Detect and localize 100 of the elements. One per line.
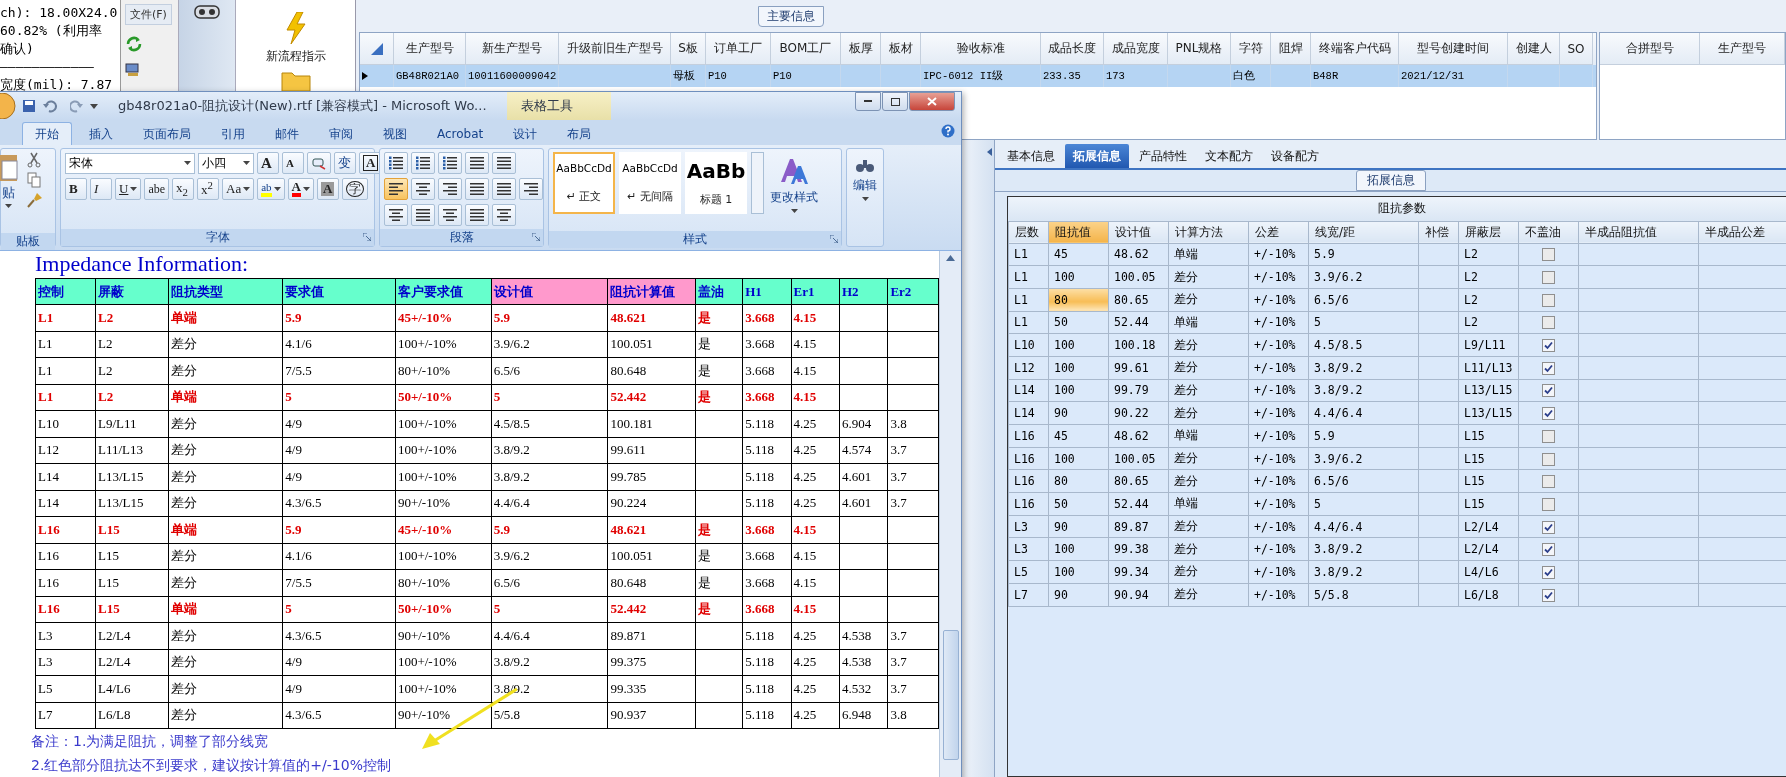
table-cell[interactable]: L2/L4 (1458, 515, 1519, 538)
ribbon-tab[interactable]: 审阅 (316, 122, 366, 145)
table-cell[interactable]: 45 (1048, 424, 1109, 448)
change-styles-button[interactable]: 更改样式 (768, 152, 820, 228)
table-cell[interactable]: 80.65 (1108, 288, 1169, 312)
scroll-up-icon[interactable] (946, 255, 955, 261)
lightning-icon[interactable] (284, 12, 307, 44)
ribbon-tab[interactable]: 引用 (208, 122, 258, 145)
table-cell[interactable]: 90 (1048, 515, 1109, 538)
table-cell[interactable]: 100.05 (1108, 265, 1169, 289)
format-button[interactable]: U (115, 178, 142, 200)
table-cell[interactable]: 3.9/6.2 (1308, 265, 1419, 289)
table-cell[interactable]: 4.4/6.4 (1308, 515, 1419, 538)
font-size-field[interactable]: 小四 (198, 152, 254, 174)
table-cell[interactable]: L1 (1008, 265, 1049, 289)
save-icon[interactable] (22, 99, 36, 113)
table-cell[interactable]: L13/L15 (1458, 401, 1519, 425)
table-cell[interactable]: 99.38 (1108, 537, 1169, 561)
tab[interactable]: 拓展信息 (1065, 144, 1129, 168)
format-button[interactable]: I (90, 178, 112, 200)
table-cell[interactable]: L15 (1458, 424, 1519, 448)
tab[interactable]: 基本信息 (999, 144, 1063, 168)
table-cell[interactable]: 差分 (1168, 447, 1249, 470)
collapse-icon[interactable] (987, 148, 992, 156)
format-button[interactable]: A (317, 178, 339, 200)
table-cell[interactable]: 99.79 (1108, 379, 1169, 402)
close-button[interactable] (909, 92, 955, 111)
table-cell[interactable]: L16 (1008, 492, 1049, 516)
help-icon[interactable] (941, 124, 955, 138)
table-cell[interactable]: +/-10% (1248, 265, 1309, 289)
table-cell[interactable]: +/-10% (1248, 311, 1309, 334)
table-cell[interactable]: L15 (1458, 447, 1519, 470)
style-option[interactable]: AaBbCcDd ↵ 正文 (553, 152, 615, 214)
format-button[interactable]: A (287, 178, 314, 200)
corner-triangle-icon[interactable] (370, 42, 383, 55)
ribbon-tab[interactable]: Acrobat (424, 122, 497, 145)
table-cell[interactable]: L14 (1008, 401, 1049, 425)
table-cell[interactable]: 差分 (1168, 356, 1249, 380)
table-cell[interactable]: 90.22 (1108, 401, 1169, 425)
cut-icon[interactable] (27, 152, 41, 168)
table-cell[interactable]: 100.18 (1108, 333, 1169, 357)
office-button[interactable] (0, 93, 16, 119)
refresh-icon[interactable] (125, 35, 143, 53)
format-button[interactable]: x$^{2}$ (197, 178, 220, 200)
restore-button[interactable] (882, 92, 908, 111)
table-cell[interactable]: 单端 (1168, 311, 1249, 334)
table-cell[interactable]: L2 (1458, 265, 1519, 289)
table-cell[interactable]: 5.9 (1308, 243, 1419, 266)
table-cell[interactable]: 差分 (1168, 288, 1249, 312)
table-cell[interactable]: 单端 (1168, 492, 1249, 516)
checkbox[interactable] (1542, 339, 1555, 353)
device-icon[interactable] (193, 2, 221, 22)
format-painter-icon[interactable] (27, 192, 43, 208)
table-cell[interactable]: 4.5/8.5 (1308, 333, 1419, 357)
table-cell[interactable]: 差分 (1168, 265, 1249, 289)
table-cell[interactable]: L10 (1008, 333, 1049, 357)
dialog-launcher-icon[interactable] (532, 233, 540, 241)
table-cell[interactable]: 差分 (1168, 379, 1249, 402)
ribbon-tab[interactable]: 设计 (500, 122, 551, 145)
table-cell[interactable]: +/-10% (1248, 469, 1309, 493)
dialog-launcher-icon[interactable] (363, 233, 371, 241)
table-cell[interactable]: 单端 (1168, 424, 1249, 448)
table-cell[interactable]: L2/L4 (1458, 537, 1519, 561)
scrollbar-thumb[interactable] (942, 630, 959, 760)
dialog-launcher-icon[interactable] (830, 235, 838, 243)
table-cell[interactable]: 50 (1048, 311, 1109, 334)
table-cell[interactable]: 100 (1048, 560, 1109, 584)
table-cell[interactable]: +/-10% (1248, 537, 1309, 561)
table-cell[interactable]: 差分 (1168, 515, 1249, 538)
file-menu[interactable]: 文件(F) (125, 4, 172, 25)
table-cell[interactable]: +/-10% (1248, 333, 1309, 357)
checkbox[interactable] (1542, 361, 1555, 375)
checkbox[interactable] (1542, 588, 1555, 602)
ribbon-tab[interactable]: 插入 (76, 122, 126, 145)
table-cell[interactable]: 80 (1048, 469, 1109, 493)
table-cell[interactable]: 89.87 (1108, 515, 1169, 538)
table-cell[interactable]: +/-10% (1248, 492, 1309, 516)
table-cell[interactable]: L2 (1458, 311, 1519, 334)
table-cell[interactable]: 99.34 (1108, 560, 1169, 584)
table-cell[interactable]: 差分 (1168, 583, 1249, 606)
table-cell[interactable]: 3.8/9.2 (1308, 537, 1419, 561)
table-cell[interactable]: 差分 (1168, 333, 1249, 357)
table-cell[interactable]: +/-10% (1248, 560, 1309, 584)
tab[interactable]: 设备配方 (1263, 144, 1327, 168)
customize-icon[interactable] (90, 102, 98, 110)
table-cell[interactable]: +/-10% (1248, 583, 1309, 606)
checkbox[interactable] (1542, 407, 1555, 421)
tool-label[interactable]: 新流程指示 (265, 48, 326, 65)
table-cell[interactable]: +/-10% (1248, 243, 1309, 266)
ribbon-tab[interactable]: 布局 (554, 122, 605, 145)
table-cell[interactable]: 单端 (1168, 243, 1249, 266)
checkbox[interactable] (1542, 497, 1555, 511)
minimize-button[interactable] (855, 92, 881, 111)
table-cell[interactable]: L2 (1458, 288, 1519, 312)
table-cell[interactable]: +/-10% (1248, 379, 1309, 402)
checkbox[interactable] (1542, 293, 1555, 307)
table-cell[interactable]: 90.94 (1108, 583, 1169, 606)
table-cell[interactable]: L5 (1008, 560, 1049, 584)
paste-button[interactable]: 贴 (0, 152, 23, 230)
checkbox[interactable] (1542, 271, 1555, 285)
